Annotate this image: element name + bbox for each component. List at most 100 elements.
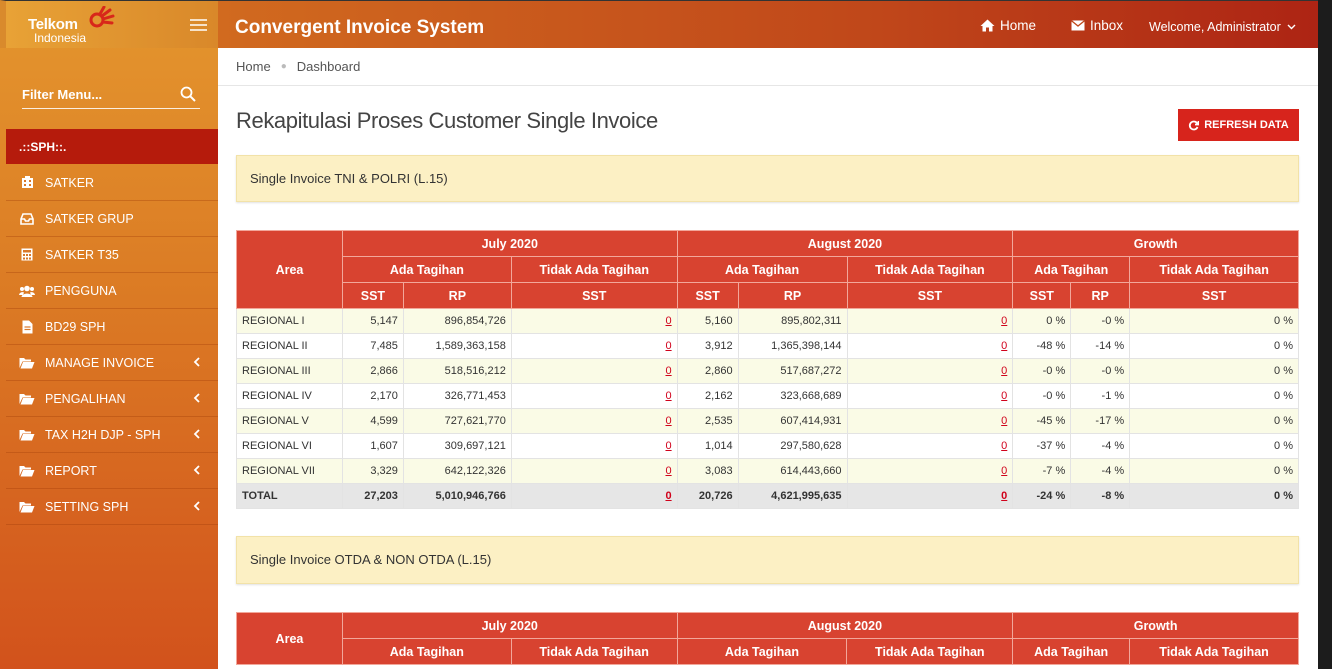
tidak-ada-tagihan-link[interactable]: 0 bbox=[665, 315, 671, 327]
tidak-ada-tagihan-link[interactable]: 0 bbox=[1001, 315, 1007, 327]
refresh-icon bbox=[1189, 120, 1200, 130]
header-ada-tagihan: Ada Tagihan bbox=[676, 638, 848, 665]
table-cell: 0 bbox=[846, 333, 1014, 359]
header-tidak-ada-tagihan: Tidak Ada Tagihan bbox=[1129, 256, 1299, 283]
tidak-ada-tagihan-link[interactable]: 0 bbox=[1001, 490, 1007, 502]
sidebar-item-label: PENGGUNA bbox=[45, 283, 117, 298]
tidak-ada-tagihan-link[interactable]: 0 bbox=[665, 390, 671, 402]
tidak-ada-tagihan-link[interactable]: 0 bbox=[1001, 415, 1007, 427]
table-cell: 0 % bbox=[1129, 308, 1299, 334]
table-cell: 0 bbox=[846, 383, 1014, 409]
sidebar-item-tax-h2h-djp[interactable]: TAX H2H DJP - SPH bbox=[6, 417, 218, 453]
sidebar: Telkom Indonesia .::SPH::. SATKER bbox=[0, 0, 218, 669]
sidebar-item-manage-invoice[interactable]: MANAGE INVOICE bbox=[6, 345, 218, 381]
telkom-logo[interactable]: Telkom Indonesia bbox=[28, 6, 138, 45]
table-cell: 0 bbox=[510, 433, 678, 459]
sidebar-menu: SATKER SATKER GRUP SATKER T35 PENGGUNA B… bbox=[6, 165, 218, 525]
breadcrumb-separator: ● bbox=[280, 61, 287, 72]
tidak-ada-tagihan-link[interactable]: 0 bbox=[665, 415, 671, 427]
header-rp: RP bbox=[1070, 282, 1131, 309]
sidebar-item-bd29-sph[interactable]: BD29 SPH bbox=[6, 309, 218, 345]
table-cell: -37 % bbox=[1012, 433, 1072, 459]
area-cell: REGIONAL VII bbox=[236, 458, 343, 484]
users-icon bbox=[19, 284, 35, 298]
sidebar-item-pengguna[interactable]: PENGGUNA bbox=[6, 273, 218, 309]
header-sst: SST bbox=[676, 282, 739, 309]
area-cell: REGIONAL III bbox=[236, 358, 343, 384]
filter-menu-input[interactable] bbox=[22, 82, 172, 107]
nav-home-link[interactable]: Home bbox=[980, 18, 1036, 33]
table-cell: 0 % bbox=[1129, 433, 1299, 459]
breadcrumb: Home ● Dashboard bbox=[218, 48, 1318, 86]
folder-open-icon bbox=[19, 392, 35, 406]
sidebar-item-label: TAX H2H DJP - SPH bbox=[45, 427, 161, 442]
sidebar-item-label: BD29 SPH bbox=[45, 319, 106, 334]
sidebar-item-satker-t35[interactable]: SATKER T35 bbox=[6, 237, 218, 273]
chevron-down-icon bbox=[1287, 24, 1296, 30]
area-cell: REGIONAL V bbox=[236, 408, 343, 434]
tidak-ada-tagihan-link[interactable]: 0 bbox=[1001, 390, 1007, 402]
nav-home-label: Home bbox=[1000, 18, 1037, 33]
search-icon[interactable] bbox=[180, 86, 196, 102]
panel-title: Single Invoice TNI & POLRI (L.15) bbox=[250, 171, 448, 186]
breadcrumb-home[interactable]: Home bbox=[236, 59, 271, 74]
sidebar-item-pengalihan[interactable]: PENGALIHAN bbox=[6, 381, 218, 417]
table-cell: -17 % bbox=[1070, 408, 1131, 434]
table-cell: 0 % bbox=[1129, 458, 1299, 484]
table-cell: 20,726 bbox=[676, 483, 739, 509]
table-row: REGIONAL II 7,485 1,589,363,158 0 3,912 1,365… bbox=[236, 333, 1299, 359]
sidebar-item-label: SETTING SPH bbox=[45, 499, 129, 514]
sidebar-item-report[interactable]: REPORT bbox=[6, 453, 218, 489]
table-cell: 2,866 bbox=[341, 358, 404, 384]
table-cell: 0 bbox=[510, 383, 678, 409]
table-cell: 2,162 bbox=[676, 383, 739, 409]
table-cell: 0 % bbox=[1129, 333, 1299, 359]
file-icon bbox=[19, 320, 35, 334]
table-cell: 5,010,946,766 bbox=[402, 483, 512, 509]
page-title: Rekapitulasi Proses Customer Single Invo… bbox=[236, 108, 658, 133]
rekap-table-otda: Area July 2020 August 2020 Growth Ada Ta… bbox=[236, 612, 1299, 665]
inbox-icon bbox=[19, 212, 35, 226]
tidak-ada-tagihan-link[interactable]: 0 bbox=[665, 365, 671, 377]
sidebar-item-label: SATKER T35 bbox=[45, 247, 119, 262]
header-area: Area bbox=[236, 612, 343, 665]
tidak-ada-tagihan-link[interactable]: 0 bbox=[665, 465, 671, 477]
table-cell: 1,014 bbox=[676, 433, 739, 459]
tidak-ada-tagihan-link[interactable]: 0 bbox=[665, 490, 671, 502]
table-cell: 896,854,726 bbox=[402, 308, 512, 334]
table-cell: 0 bbox=[510, 358, 678, 384]
area-cell: REGIONAL IV bbox=[236, 383, 343, 409]
tidak-ada-tagihan-link[interactable]: 0 bbox=[665, 340, 671, 352]
table-cell: 2,535 bbox=[676, 408, 739, 434]
tidak-ada-tagihan-link[interactable]: 0 bbox=[665, 440, 671, 452]
header-rp: RP bbox=[402, 282, 512, 309]
table-cell: 0 bbox=[510, 483, 678, 509]
table-cell: 323,668,689 bbox=[737, 383, 848, 409]
table-cell: 0 bbox=[510, 333, 678, 359]
calculator-icon bbox=[19, 248, 35, 262]
sidebar-item-setting-sph[interactable]: SETTING SPH bbox=[6, 489, 218, 525]
table-cell: 0 % bbox=[1012, 308, 1072, 334]
table-row: REGIONAL III 2,866 518,516,212 0 2,860 517,68… bbox=[236, 358, 1299, 384]
home-icon bbox=[980, 19, 995, 32]
table-cell: 3,083 bbox=[676, 458, 739, 484]
sidebar-item-satker[interactable]: SATKER bbox=[6, 165, 218, 201]
table-row: REGIONAL IV 2,170 326,771,453 0 2,162 323,668… bbox=[236, 383, 1299, 409]
header-sst: SST bbox=[1129, 282, 1299, 309]
sidebar-item-label: SATKER bbox=[45, 175, 95, 190]
table-cell: 895,802,311 bbox=[737, 308, 848, 334]
tidak-ada-tagihan-link[interactable]: 0 bbox=[1001, 340, 1007, 352]
table-cell: 2,170 bbox=[341, 383, 404, 409]
sidebar-item-satker-grup[interactable]: SATKER GRUP bbox=[6, 201, 218, 237]
refresh-data-button[interactable]: REFRESH DATA bbox=[1178, 109, 1299, 141]
table-cell: 7,485 bbox=[341, 333, 404, 359]
table-row: REGIONAL VI 1,607 309,697,121 0 1,014 297,580… bbox=[236, 433, 1299, 459]
hamburger-menu-icon[interactable] bbox=[190, 19, 207, 31]
tidak-ada-tagihan-link[interactable]: 0 bbox=[1001, 465, 1007, 477]
nav-inbox-link[interactable]: Inbox bbox=[1071, 18, 1123, 33]
tidak-ada-tagihan-link[interactable]: 0 bbox=[1001, 365, 1007, 377]
app-title: Convergent Invoice System bbox=[235, 17, 485, 38]
tidak-ada-tagihan-link[interactable]: 0 bbox=[1001, 440, 1007, 452]
section-panel-otda: Single Invoice OTDA & NON OTDA (L.15) bbox=[236, 536, 1299, 584]
user-menu-dropdown[interactable]: Welcome, Administrator bbox=[1149, 20, 1296, 34]
